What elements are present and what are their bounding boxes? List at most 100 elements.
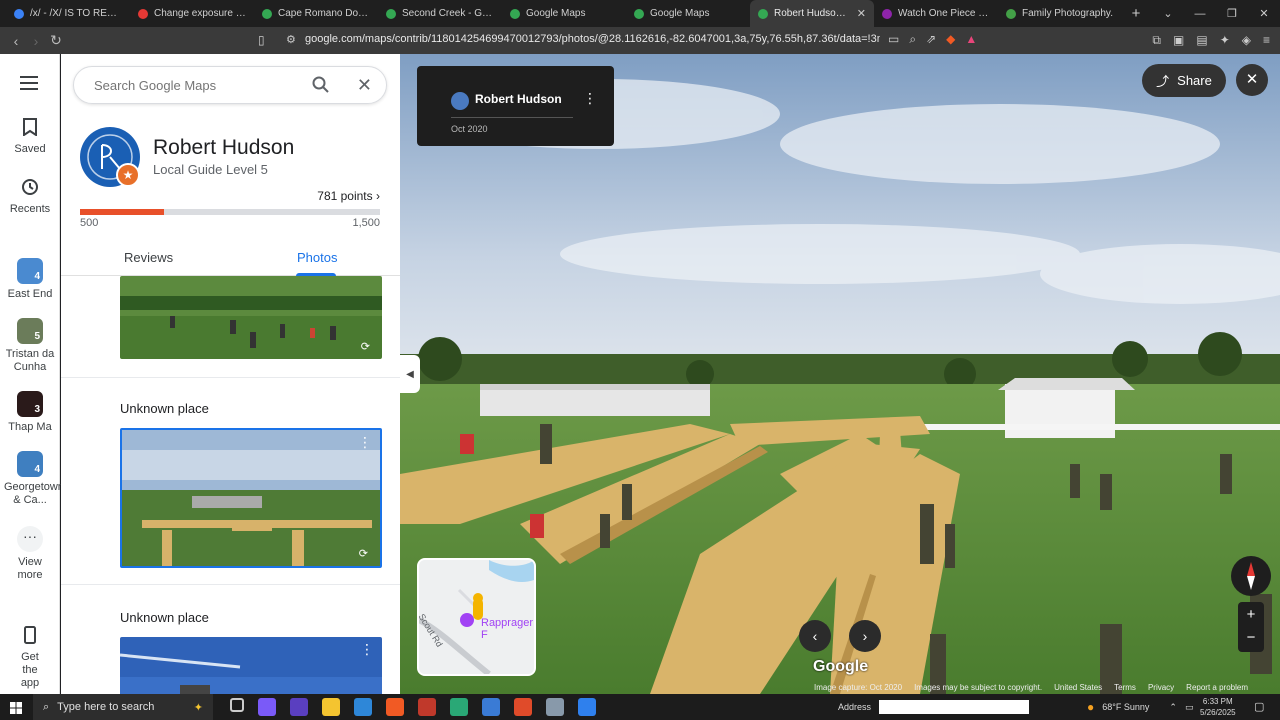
rail-label: Tristan da Cunha (5, 348, 55, 373)
close-tab-icon[interactable]: ✕ (857, 7, 866, 20)
leo-icon[interactable]: ✦ (1220, 33, 1230, 48)
photo-thumbnail[interactable]: ⋮ (120, 637, 382, 694)
app-icon[interactable] (482, 698, 500, 716)
browser-tab[interactable]: Watch One Piece Episode (874, 0, 998, 27)
cast-icon[interactable]: ▭ (888, 32, 899, 47)
contributor-name[interactable]: Robert Hudson (475, 92, 562, 106)
tab-reviews[interactable]: Reviews (124, 250, 173, 265)
rail-recent-east-end[interactable]: 4 East End (0, 258, 60, 300)
progress-fill (80, 209, 165, 215)
taskbar-search[interactable]: ⌕ Type here to search ✦ (33, 694, 213, 720)
rail-get-app[interactable]: Get the app (0, 626, 60, 690)
keyboard-icon[interactable]: ▭ (1185, 702, 1194, 713)
capture-date: Oct 2020 (451, 124, 488, 134)
back-icon[interactable]: ‹ (6, 33, 26, 49)
rail-view-more[interactable]: ··· View more (0, 526, 60, 582)
browser-tab[interactable]: /x/ - /X/ IS TO RETARDED (6, 0, 130, 27)
privacy-link[interactable]: Privacy (1148, 683, 1174, 692)
app-icon[interactable] (354, 698, 372, 716)
weather-label[interactable]: 68°F Sunny (1102, 702, 1149, 712)
browser-tab[interactable]: Cape Romano Dome Hou (254, 0, 378, 27)
zoom-in-icon[interactable]: + (1238, 602, 1264, 627)
rail-recents[interactable]: Recents (0, 178, 60, 215)
more-icon: ··· (17, 526, 43, 552)
close-street-view-button[interactable]: ✕ (1236, 64, 1268, 96)
contributor-card: Robert Hudson ⋮ Oct 2020 (417, 66, 614, 146)
browser-tab[interactable]: Family Photography. (998, 0, 1122, 27)
app-icon[interactable] (418, 698, 436, 716)
browser-tab[interactable]: Google Maps (626, 0, 750, 27)
minimize-icon[interactable]: — (1184, 8, 1216, 20)
next-photo-button[interactable]: › (849, 620, 881, 652)
360-photo-icon: ⟳ (360, 341, 370, 353)
brave-shield-icon[interactable]: ◆ (946, 32, 955, 47)
system-clock[interactable]: 6:33 PM 5/26/2025 (1200, 696, 1236, 718)
search-input[interactable] (94, 77, 294, 93)
vpn-icon[interactable]: ◈ (1242, 33, 1251, 48)
rail-recent-tristan[interactable]: 5 Tristan da Cunha (0, 318, 60, 374)
rail-saved[interactable]: Saved (0, 118, 60, 155)
close-window-icon[interactable]: ✕ (1248, 7, 1280, 20)
brave-browser-icon[interactable] (386, 698, 404, 716)
local-guide-badge-icon: ★ (116, 163, 140, 187)
app-icon[interactable] (514, 698, 532, 716)
app-icon[interactable] (450, 698, 468, 716)
site-info-icon[interactable]: ⚙ (286, 33, 296, 46)
app-icon[interactable] (546, 698, 564, 716)
street-view-footer: Image capture: Oct 2020 Images may be su… (814, 681, 1280, 694)
show-hidden-icons[interactable]: ⌃ (1169, 702, 1177, 713)
tab-title: Family Photography. (1022, 8, 1113, 19)
rail-recent-thap-ma[interactable]: 3 Thap Ma (0, 391, 60, 433)
browser-tab[interactable]: Robert Hudson - Go ✕ (750, 0, 874, 27)
share-page-icon[interactable]: ⇗ (926, 32, 936, 47)
more-options-icon[interactable]: ⋮ (358, 434, 372, 451)
browser-tab[interactable]: Second Creek - Google M (378, 0, 502, 27)
menu-icon[interactable]: ≡ (1263, 33, 1270, 48)
file-explorer-icon[interactable] (322, 698, 340, 716)
new-tab-button[interactable]: + (1122, 5, 1150, 22)
notification-icon[interactable]: ▢ (1254, 700, 1264, 713)
collapse-panel-button[interactable]: ◀ (400, 355, 420, 393)
more-options-icon[interactable]: ⋮ (360, 641, 374, 658)
sidebar-icon[interactable]: ▣ (1173, 33, 1184, 48)
share-button[interactable]: ⤴ Share (1142, 64, 1226, 97)
menu-icon[interactable] (20, 76, 38, 95)
terms-link[interactable]: Terms (1114, 683, 1136, 692)
url-field[interactable]: google.com/maps/contrib/1180142546994700… (305, 33, 880, 45)
brave-rewards-icon[interactable]: ▲ (965, 32, 977, 47)
photo-thumbnail[interactable]: ⋮ ⟳ (120, 428, 382, 568)
rail-label: Thap Ma (8, 421, 52, 433)
zoom-icon[interactable]: ⌕ (909, 32, 916, 47)
street-view-panorama[interactable]: Robert Hudson ⋮ Oct 2020 ⤴ Share ✕ Scout… (400, 54, 1280, 694)
report-problem-link[interactable]: Report a problem (1186, 683, 1248, 692)
bookmark-page-icon[interactable]: ▯ (258, 33, 265, 47)
previous-photo-button[interactable]: ‹ (799, 620, 831, 652)
rail-recent-georgetown[interactable]: 4 Georgetown & Ca... (0, 451, 64, 507)
more-options-icon[interactable]: ⋮ (583, 90, 597, 107)
divider (61, 584, 400, 585)
windows-start-icon[interactable] (10, 701, 22, 719)
wallet-icon[interactable]: ▤ (1196, 33, 1207, 48)
reload-icon[interactable]: ↻ (46, 32, 66, 49)
forward-icon[interactable]: › (26, 33, 46, 49)
app-icon[interactable] (578, 698, 596, 716)
extensions-icon[interactable]: ⧉ (1152, 33, 1161, 48)
mini-map[interactable]: Scout Rd Rapprager F (417, 558, 536, 676)
tab-search-icon[interactable]: ⌄ (1152, 7, 1184, 20)
zoom-out-icon[interactable]: − (1238, 627, 1264, 652)
app-icon[interactable] (290, 698, 308, 716)
country-link[interactable]: United States (1054, 683, 1102, 692)
photo-thumbnail[interactable]: ⟳ (120, 276, 382, 359)
compass-icon[interactable] (1231, 556, 1271, 596)
copilot-icon[interactable] (258, 698, 276, 716)
browser-tab[interactable]: Change exposure online (130, 0, 254, 27)
restore-icon[interactable]: ❐ (1216, 7, 1248, 20)
search-icon[interactable] (312, 76, 330, 99)
tab-favicon-icon (14, 8, 24, 19)
tab-photos[interactable]: Photos (297, 250, 337, 265)
address-toolbar-input[interactable] (879, 700, 1030, 714)
close-icon[interactable]: ✕ (357, 75, 372, 96)
browser-tab[interactable]: Google Maps (502, 0, 626, 27)
task-view-icon[interactable] (230, 698, 244, 712)
points-link[interactable]: 781 points › (317, 189, 380, 203)
